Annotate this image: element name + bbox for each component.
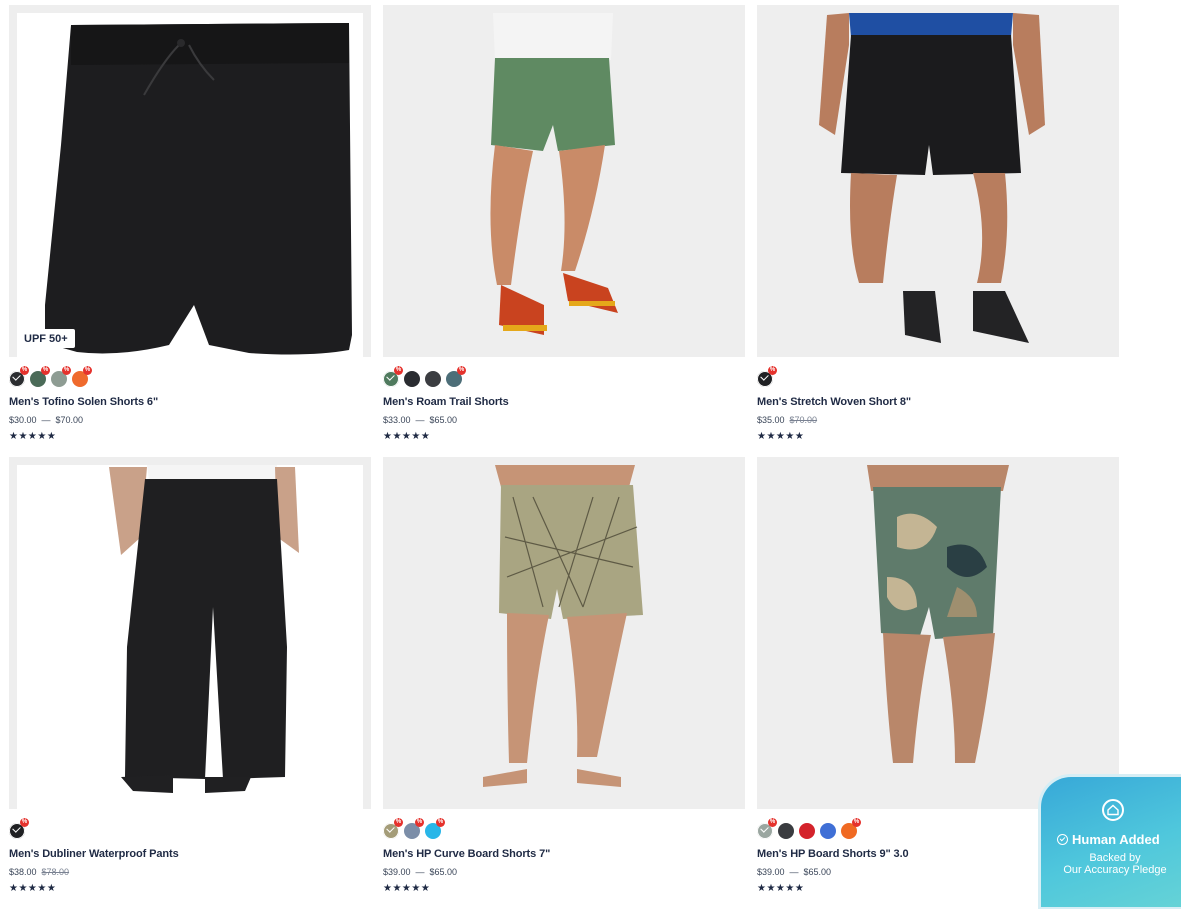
color-swatch[interactable]: % [757,818,777,839]
color-swatch[interactable]: % [404,818,424,839]
price-range: $30.00 — $70.00 [9,415,371,425]
sale-percent-icon: % [394,366,403,375]
price-range: $35.00 $70.00 [757,415,1119,425]
color-swatch[interactable] [799,823,815,839]
product-name-link[interactable]: Men's Roam Trail Shorts [383,396,745,408]
color-swatch[interactable]: % [425,818,445,839]
check-icon [760,824,769,833]
price-high: $65.00 [429,867,458,877]
product-card-roam-trail[interactable]: % % Men's Roam Trail Shorts $33.00 — $65… [383,5,745,457]
color-swatch[interactable] [820,823,836,839]
price-separator: — [415,415,425,425]
color-swatch[interactable]: % [383,366,403,387]
rating-stars: ★★★★★ [383,883,431,894]
color-swatch[interactable]: % [30,366,50,387]
home-shield-icon [1102,799,1124,821]
check-icon [386,372,395,381]
product-name-link[interactable]: Men's Stretch Woven Short 8" [757,396,1119,408]
color-swatches: % % % [383,818,745,839]
check-icon [12,372,21,381]
price-high: $65.00 [803,867,832,877]
color-swatches: % [9,818,371,839]
sale-percent-icon: % [41,366,50,375]
price-separator: — [789,867,799,877]
price-range: $39.00 — $65.00 [383,867,745,877]
sale-percent-icon: % [83,366,92,375]
product-grid: UPF 50+ % % % % Men's Tofino Solen Short… [9,5,1119,909]
check-icon [760,372,769,381]
product-name-link[interactable]: Men's HP Curve Board Shorts 7" [383,848,745,860]
color-swatch[interactable]: % [383,818,403,839]
product-image[interactable]: UPF 50+ [9,5,371,357]
price-high: $70.00 [55,415,84,425]
color-swatch[interactable] [425,371,441,387]
price-range: $38.00 $78.00 [9,867,371,877]
color-swatch[interactable]: % [51,366,71,387]
color-swatch[interactable]: % [446,366,466,387]
color-swatch[interactable]: % [9,818,29,839]
sale-percent-icon: % [415,818,424,827]
pledge-title-text: Human Added [1072,832,1160,847]
product-image[interactable] [757,457,1119,809]
color-swatch[interactable]: % [72,366,92,387]
rating-stars: ★★★★★ [9,431,57,442]
color-swatches: % [757,366,1119,387]
check-icon [12,824,21,833]
pledge-subtitle: Backed by Our Accuracy Pledge [1041,852,1181,876]
sale-percent-icon: % [852,818,861,827]
price-original: $78.00 [41,867,70,877]
upf-badge: UPF 50+ [17,329,75,348]
product-image[interactable] [757,5,1119,357]
sale-percent-icon: % [768,818,777,827]
sale-percent-icon: % [20,366,29,375]
price-low: $39.00 [757,867,785,877]
price-range: $33.00 — $65.00 [383,415,745,425]
product-card-tofino-solen[interactable]: UPF 50+ % % % % Men's Tofino Solen Short… [9,5,371,457]
sale-percent-icon: % [394,818,403,827]
pledge-line1: Backed by [1089,852,1141,864]
color-swatches: % % [383,366,745,387]
product-card-stretch-woven[interactable]: % Men's Stretch Woven Short 8" $35.00 $7… [757,5,1119,457]
color-swatch[interactable]: % [9,366,29,387]
price-current: $35.00 [757,415,785,425]
accuracy-pledge-widget[interactable]: Human Added Backed by Our Accuracy Pledg… [1041,777,1181,907]
price-low: $33.00 [383,415,411,425]
price-high: $65.00 [429,415,458,425]
price-low: $30.00 [9,415,37,425]
price-current: $38.00 [9,867,37,877]
check-circle-icon [1057,834,1068,845]
color-swatch[interactable] [778,823,794,839]
sale-percent-icon: % [62,366,71,375]
color-swatch[interactable] [404,371,420,387]
check-icon [386,824,395,833]
sale-percent-icon: % [436,818,445,827]
rating-stars: ★★★★★ [383,431,431,442]
rating-stars: ★★★★★ [9,883,57,894]
product-name-link[interactable]: Men's Dubliner Waterproof Pants [9,848,371,860]
price-separator: — [41,415,51,425]
sale-percent-icon: % [768,366,777,375]
rating-stars: ★★★★★ [757,431,805,442]
sale-percent-icon: % [457,366,466,375]
color-swatch[interactable]: % [757,366,777,387]
price-separator: — [415,867,425,877]
price-original: $70.00 [789,415,818,425]
product-card-hp-curve[interactable]: % % % Men's HP Curve Board Shorts 7" $39… [383,457,745,909]
sale-percent-icon: % [20,818,29,827]
product-card-dubliner-pants[interactable]: % Men's Dubliner Waterproof Pants $38.00… [9,457,371,909]
product-image[interactable] [383,5,745,357]
price-low: $39.00 [383,867,411,877]
pledge-line2: Our Accuracy Pledge [1063,864,1167,876]
color-swatch[interactable]: % [841,818,861,839]
product-name-link[interactable]: Men's Tofino Solen Shorts 6" [9,396,371,408]
color-swatches: % % % % [9,366,371,387]
product-image[interactable] [9,457,371,809]
product-image[interactable] [383,457,745,809]
pledge-title: Human Added [1057,832,1160,847]
